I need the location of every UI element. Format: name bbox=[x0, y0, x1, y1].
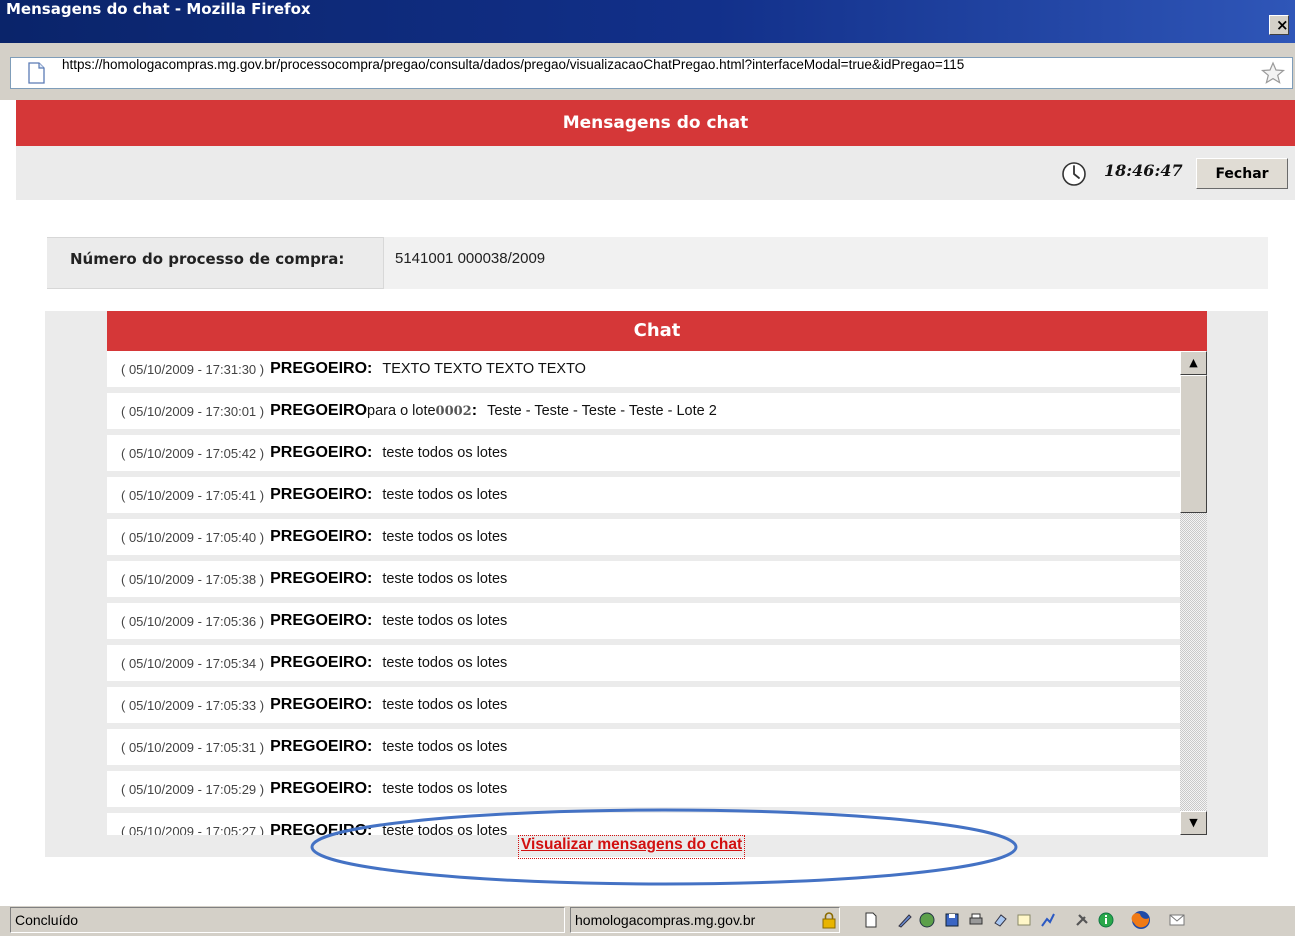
chat-message: ( 05/10/2009 - 17:05:41 ) PREGOEIRO: tes… bbox=[107, 477, 1180, 513]
chat-message: ( 05/10/2009 - 17:30:01 ) PREGOEIRO para… bbox=[107, 393, 1180, 429]
message-text: teste todos os lotes bbox=[382, 487, 508, 503]
message-timestamp: ( 05/10/2009 - 17:05:33 ) bbox=[121, 697, 265, 713]
message-timestamp: ( 05/10/2009 - 17:05:42 ) bbox=[121, 445, 265, 461]
eraser-icon[interactable] bbox=[991, 911, 1009, 929]
url-text[interactable]: https://homologacompras.mg.gov.br/proces… bbox=[62, 57, 1257, 89]
status-domain: homologacompras.mg.gov.br bbox=[570, 907, 840, 933]
star-icon[interactable] bbox=[1260, 61, 1286, 85]
message-author: PREGOEIRO: bbox=[270, 696, 373, 713]
firefox-icon[interactable] bbox=[1130, 909, 1152, 931]
chart-icon[interactable] bbox=[1039, 911, 1057, 929]
pencil-icon[interactable] bbox=[896, 911, 914, 929]
process-number-label: Número do processo de compra: bbox=[70, 250, 345, 268]
lote-suffix: : bbox=[471, 402, 478, 419]
scroll-thumb[interactable] bbox=[1180, 375, 1207, 513]
message-text: teste todos os lotes bbox=[382, 571, 508, 587]
message-author: PREGOEIRO: bbox=[270, 570, 373, 587]
window-title: Mensagens do chat - Mozilla Firefox bbox=[6, 0, 311, 18]
message-author: PREGOEIRO: bbox=[270, 612, 373, 629]
message-text: teste todos os lotes bbox=[382, 655, 508, 671]
status-text: Concluído bbox=[10, 907, 565, 933]
message-timestamp: ( 05/10/2009 - 17:05:27 ) bbox=[121, 823, 265, 836]
document-icon[interactable] bbox=[862, 911, 880, 929]
message-author: PREGOEIRO: bbox=[270, 528, 373, 545]
chat-message: ( 05/10/2009 - 17:05:38 ) PREGOEIRO: tes… bbox=[107, 561, 1180, 597]
message-author: PREGOEIRO: bbox=[270, 444, 373, 461]
print-icon[interactable] bbox=[967, 911, 985, 929]
save-icon[interactable] bbox=[943, 911, 961, 929]
chat-message: ( 05/10/2009 - 17:05:31 ) PREGOEIRO: tes… bbox=[107, 729, 1180, 765]
lock-icon[interactable] bbox=[820, 911, 838, 929]
message-text: teste todos os lotes bbox=[382, 529, 508, 545]
scroll-down-button[interactable]: ▼ bbox=[1180, 811, 1207, 835]
message-text: teste todos os lotes bbox=[382, 781, 508, 797]
message-text: teste todos os lotes bbox=[382, 697, 508, 713]
view-chat-messages-link[interactable]: Visualizar mensagens do chat bbox=[517, 835, 746, 859]
tools-icon[interactable] bbox=[1073, 911, 1091, 929]
process-number-value: 5141001 000038/2009 bbox=[395, 250, 546, 267]
chat-message: ( 05/10/2009 - 17:05:33 ) PREGOEIRO: tes… bbox=[107, 687, 1180, 723]
message-author: PREGOEIRO: bbox=[270, 654, 373, 671]
chat-title: Chat bbox=[107, 311, 1207, 351]
chat-scrollbar[interactable]: ▲ ▼ bbox=[1180, 351, 1207, 835]
page-header: Mensagens do chat bbox=[16, 100, 1295, 146]
message-timestamp: ( 05/10/2009 - 17:05:38 ) bbox=[121, 571, 265, 587]
clock-time: 18:46:47 bbox=[1104, 161, 1183, 180]
message-text: teste todos os lotes bbox=[382, 823, 508, 835]
clock-icon bbox=[1062, 162, 1086, 186]
window-close-button[interactable]: × bbox=[1269, 15, 1289, 35]
message-text: Teste - Teste - Teste - Teste - Lote 2 bbox=[487, 403, 717, 419]
chat-message: ( 05/10/2009 - 17:05:42 ) PREGOEIRO: tes… bbox=[107, 435, 1180, 471]
chat-message: ( 05/10/2009 - 17:05:36 ) PREGOEIRO: tes… bbox=[107, 603, 1180, 639]
chat-message-list[interactable]: ( 05/10/2009 - 17:31:30 ) PREGOEIRO: TEX… bbox=[107, 351, 1180, 835]
chat-message: ( 05/10/2009 - 17:05:27 ) PREGOEIRO: tes… bbox=[107, 813, 1180, 835]
chat-message: ( 05/10/2009 - 17:05:29 ) PREGOEIRO: tes… bbox=[107, 771, 1180, 807]
chat-message: ( 05/10/2009 - 17:05:40 ) PREGOEIRO: tes… bbox=[107, 519, 1180, 555]
chat-message: ( 05/10/2009 - 17:31:30 ) PREGOEIRO: TEX… bbox=[107, 351, 1180, 387]
message-author: PREGOEIRO: bbox=[270, 738, 373, 755]
message-timestamp: ( 05/10/2009 - 17:05:31 ) bbox=[121, 739, 265, 755]
mail-icon[interactable] bbox=[1168, 911, 1186, 929]
message-timestamp: ( 05/10/2009 - 17:05:41 ) bbox=[121, 487, 265, 503]
message-timestamp: ( 05/10/2009 - 17:31:30 ) bbox=[121, 361, 265, 377]
message-text: teste todos os lotes bbox=[382, 613, 508, 629]
message-author: PREGOEIRO bbox=[270, 402, 368, 419]
message-text: teste todos os lotes bbox=[382, 739, 508, 755]
message-author: PREGOEIRO: bbox=[270, 822, 373, 835]
chat-message: ( 05/10/2009 - 17:05:34 ) PREGOEIRO: tes… bbox=[107, 645, 1180, 681]
message-text: teste todos os lotes bbox=[382, 445, 508, 461]
message-text: TEXTO TEXTO TEXTO TEXTO bbox=[382, 361, 586, 377]
message-timestamp: ( 05/10/2009 - 17:05:29 ) bbox=[121, 781, 265, 797]
scroll-up-button[interactable]: ▲ bbox=[1180, 351, 1207, 375]
message-timestamp: ( 05/10/2009 - 17:05:40 ) bbox=[121, 529, 265, 545]
message-author: PREGOEIRO: bbox=[270, 360, 373, 377]
message-author: PREGOEIRO: bbox=[270, 780, 373, 797]
message-author: PREGOEIRO: bbox=[270, 486, 373, 503]
message-timestamp: ( 05/10/2009 - 17:05:34 ) bbox=[121, 655, 265, 671]
message-timestamp: ( 05/10/2009 - 17:05:36 ) bbox=[121, 613, 265, 629]
window-icon[interactable] bbox=[1015, 911, 1033, 929]
message-timestamp: ( 05/10/2009 - 17:30:01 ) bbox=[121, 403, 265, 419]
globe-icon[interactable] bbox=[918, 911, 936, 929]
info-icon[interactable] bbox=[1097, 911, 1115, 929]
close-button[interactable]: Fechar bbox=[1196, 158, 1288, 189]
page-icon bbox=[28, 62, 45, 84]
lote-prefix: para o lote bbox=[367, 403, 436, 419]
lote-number: 0002 bbox=[435, 403, 472, 419]
